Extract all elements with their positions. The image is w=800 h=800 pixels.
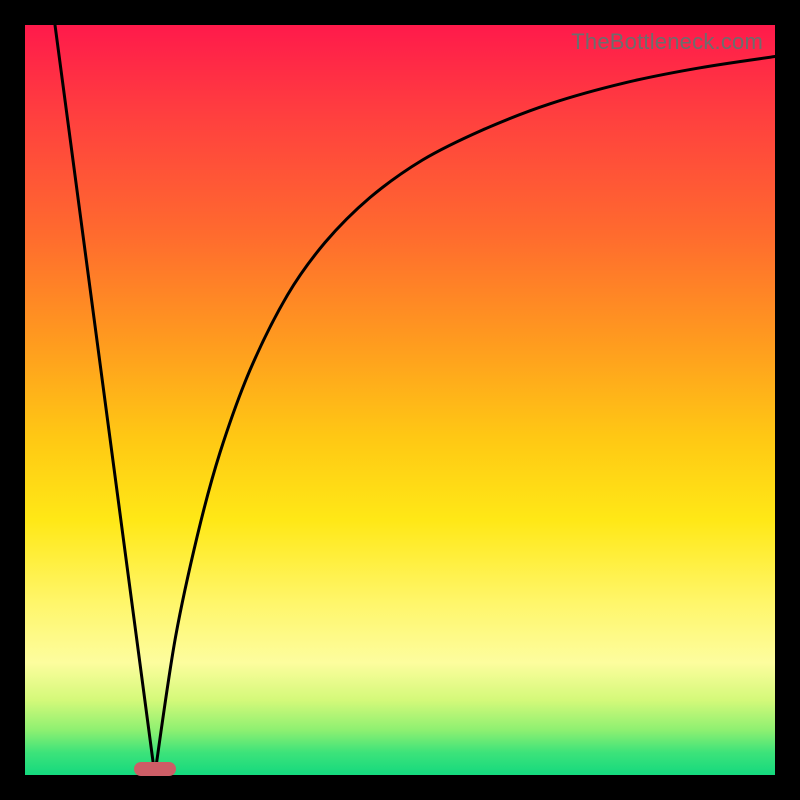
optimal-point-marker	[134, 762, 176, 776]
curve-left-branch	[55, 25, 155, 775]
chart-plot-area: TheBottleneck.com	[25, 25, 775, 775]
chart-frame: TheBottleneck.com	[0, 0, 800, 800]
curve-right-branch	[155, 57, 775, 776]
bottleneck-curve	[25, 25, 775, 775]
